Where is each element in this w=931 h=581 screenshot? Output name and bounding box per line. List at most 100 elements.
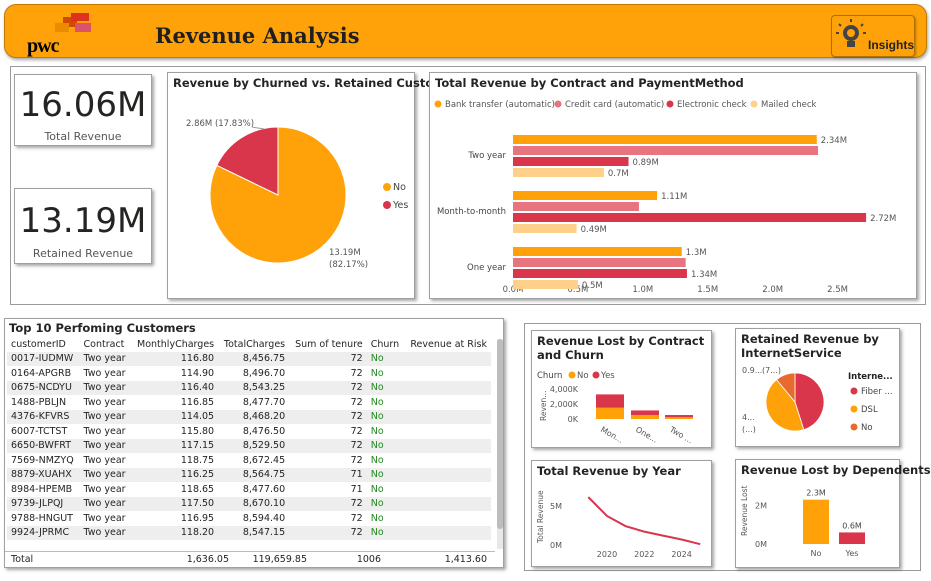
data-label: 0.9... bbox=[742, 366, 762, 375]
data-label: 0.89M bbox=[633, 158, 659, 168]
legend-marker bbox=[850, 387, 858, 395]
table-cell bbox=[404, 380, 491, 395]
column-header[interactable]: Churn bbox=[367, 337, 404, 352]
legend-marker bbox=[850, 423, 858, 431]
bar-2-1 bbox=[513, 213, 867, 222]
y-tick-label: 5M bbox=[550, 502, 562, 511]
bar-0-2 bbox=[513, 247, 682, 256]
table-title: Top 10 Perfoming Customers bbox=[9, 321, 196, 335]
legend-label: No bbox=[577, 371, 589, 381]
legend-marker bbox=[383, 183, 391, 191]
y-tick-label: 4,000K bbox=[550, 385, 579, 394]
table-row[interactable]: 6007-TCTST Two year 115.80 8,476.50 72 No bbox=[7, 424, 491, 439]
bar-no-1 bbox=[631, 415, 659, 419]
data-label: 0.7M bbox=[608, 169, 629, 179]
table-cell: 6650-BWFRT bbox=[7, 438, 80, 453]
table-cell: 8,496.70 bbox=[242, 367, 286, 379]
legend-label: Electronic check bbox=[677, 100, 747, 110]
table-cell: 116.85 bbox=[180, 396, 215, 408]
table-cell: Two year bbox=[83, 454, 126, 466]
table-row[interactable]: 0164-APGRB Two year 114.90 8,496.70 72 No bbox=[7, 366, 491, 381]
table-cell: Two year bbox=[79, 380, 131, 395]
y-tick-label: 0M bbox=[755, 540, 767, 549]
legend-marker bbox=[850, 405, 858, 413]
table-cell: 116.95 bbox=[180, 512, 215, 524]
table-cell: 72 bbox=[350, 512, 363, 524]
column-header[interactable]: Revenue at Risk bbox=[404, 337, 491, 352]
table-cell: 116.40 bbox=[130, 380, 219, 395]
y-tick-label: 0M bbox=[550, 541, 562, 550]
table-cell: 118.75 bbox=[180, 454, 215, 466]
table-cell: 114.90 bbox=[180, 367, 215, 379]
table-cell: 8,477.60 bbox=[242, 483, 286, 495]
table-row[interactable]: 0017-IUDMW Two year 116.80 8,456.75 72 No bbox=[7, 351, 491, 366]
table-cell: 8,564.75 bbox=[218, 467, 290, 482]
table-cell: No bbox=[366, 467, 405, 482]
table-row[interactable]: 9788-HNGUT Two year 116.95 8,594.40 72 No bbox=[7, 511, 491, 526]
column-header[interactable]: customerID bbox=[7, 337, 80, 352]
bar-0-0 bbox=[513, 135, 817, 144]
x-tick-label: Yes bbox=[845, 549, 859, 558]
table-row[interactable]: 8879-XUAHX Two year 116.25 8,564.75 71 No bbox=[7, 467, 491, 482]
bar-3-2 bbox=[513, 280, 578, 289]
table-cell bbox=[404, 351, 491, 366]
table-row[interactable]: 9924-JPRMC Two year 118.20 8,547.15 72 No bbox=[7, 525, 491, 540]
x-tick-label: 1.0M bbox=[632, 285, 653, 295]
column-header[interactable]: Contract bbox=[80, 337, 131, 352]
legend-marker bbox=[568, 371, 576, 379]
contract-payment-card: Total Revenue by Contract and PaymentMet… bbox=[429, 72, 917, 299]
y-category-label: Month-to-month bbox=[437, 207, 506, 217]
column-header[interactable]: TotalCharges bbox=[218, 337, 289, 352]
table-cell: 72 bbox=[289, 525, 367, 540]
table-cell: 72 bbox=[350, 425, 363, 437]
page-title: Revenue Analysis bbox=[155, 23, 360, 48]
scrollbar-thumb[interactable] bbox=[497, 339, 503, 529]
table-row[interactable]: 7569-NMZYQ Two year 118.75 8,672.45 72 No bbox=[7, 453, 491, 468]
total-cell: Total bbox=[11, 553, 34, 565]
customers-table: customerID Contract MonthlyCharges TotalCha… bbox=[7, 337, 491, 540]
insights-label: Insights bbox=[868, 38, 915, 52]
bar-2-2 bbox=[513, 269, 687, 278]
table-cell: 8,477.70 bbox=[242, 396, 286, 408]
table-cell: Two year bbox=[79, 467, 131, 482]
table-cell: No bbox=[370, 425, 384, 437]
table-cell: 71 bbox=[289, 467, 367, 482]
legend-marker bbox=[383, 201, 391, 209]
table-cell: Two year bbox=[83, 483, 126, 495]
data-label: 0.6M bbox=[842, 521, 862, 530]
table-cell: Two year bbox=[83, 367, 126, 379]
table-cell: 1488-PBLJN bbox=[11, 396, 67, 408]
table-cell: 7569-NMZYQ bbox=[11, 454, 74, 466]
data-label: 0.5M bbox=[582, 281, 603, 291]
legend-label: Bank transfer (automatic) bbox=[445, 100, 555, 110]
internet-service-chart: 0.9... (7...) 4... (...) Interne... Fiber ...… bbox=[742, 366, 893, 434]
table-cell bbox=[404, 467, 491, 482]
header-banner: pwc Revenue Analysis Insights bbox=[4, 4, 927, 58]
column-header[interactable]: MonthlyCharges bbox=[131, 337, 218, 352]
table-row[interactable]: 9739-JLPQJ Two year 117.50 8,670.10 72 No bbox=[7, 496, 491, 511]
table-cell: No bbox=[366, 496, 405, 511]
table-cell bbox=[404, 525, 491, 540]
legend-label: Credit card (automatic) bbox=[565, 100, 664, 110]
table-row[interactable]: 1488-PBLJN Two year 116.85 8,477.70 72 No bbox=[7, 395, 491, 410]
bar-yes-2 bbox=[665, 415, 693, 418]
table-cell: Two year bbox=[83, 396, 126, 408]
bar-2-0 bbox=[513, 157, 629, 166]
total-revenue-card: 16.06M Total Revenue bbox=[14, 74, 152, 146]
table-scrollbar[interactable] bbox=[497, 339, 503, 549]
legend-label: Fiber ... bbox=[861, 387, 893, 397]
bar-yes-0 bbox=[596, 394, 624, 408]
table-row[interactable]: 6650-BWFRT Two year 117.15 8,529.50 72 No bbox=[7, 438, 491, 453]
bar-1-0 bbox=[513, 146, 819, 155]
data-label: 2.34M bbox=[821, 136, 847, 146]
column-header[interactable]: Sum of tenure bbox=[289, 337, 367, 352]
table-cell: 8,529.50 bbox=[218, 438, 290, 453]
table-row[interactable]: 4376-KFVRS Two year 114.05 8,468.20 72 No bbox=[7, 409, 491, 424]
table-row[interactable]: 8984-HPEMB Two year 118.65 8,477.60 71 No bbox=[7, 482, 491, 497]
lost-contract-card: Revenue Lost by Contract and Churn Churn… bbox=[531, 330, 712, 448]
insights-button[interactable]: Insights bbox=[831, 15, 915, 57]
table-cell: 8,672.45 bbox=[242, 454, 286, 466]
table-row[interactable]: 0675-NCDYU Two year 116.40 8,543.25 72 No bbox=[7, 380, 491, 395]
table-cell: Two year bbox=[79, 351, 131, 366]
data-label-no: 13.19M bbox=[329, 248, 361, 258]
